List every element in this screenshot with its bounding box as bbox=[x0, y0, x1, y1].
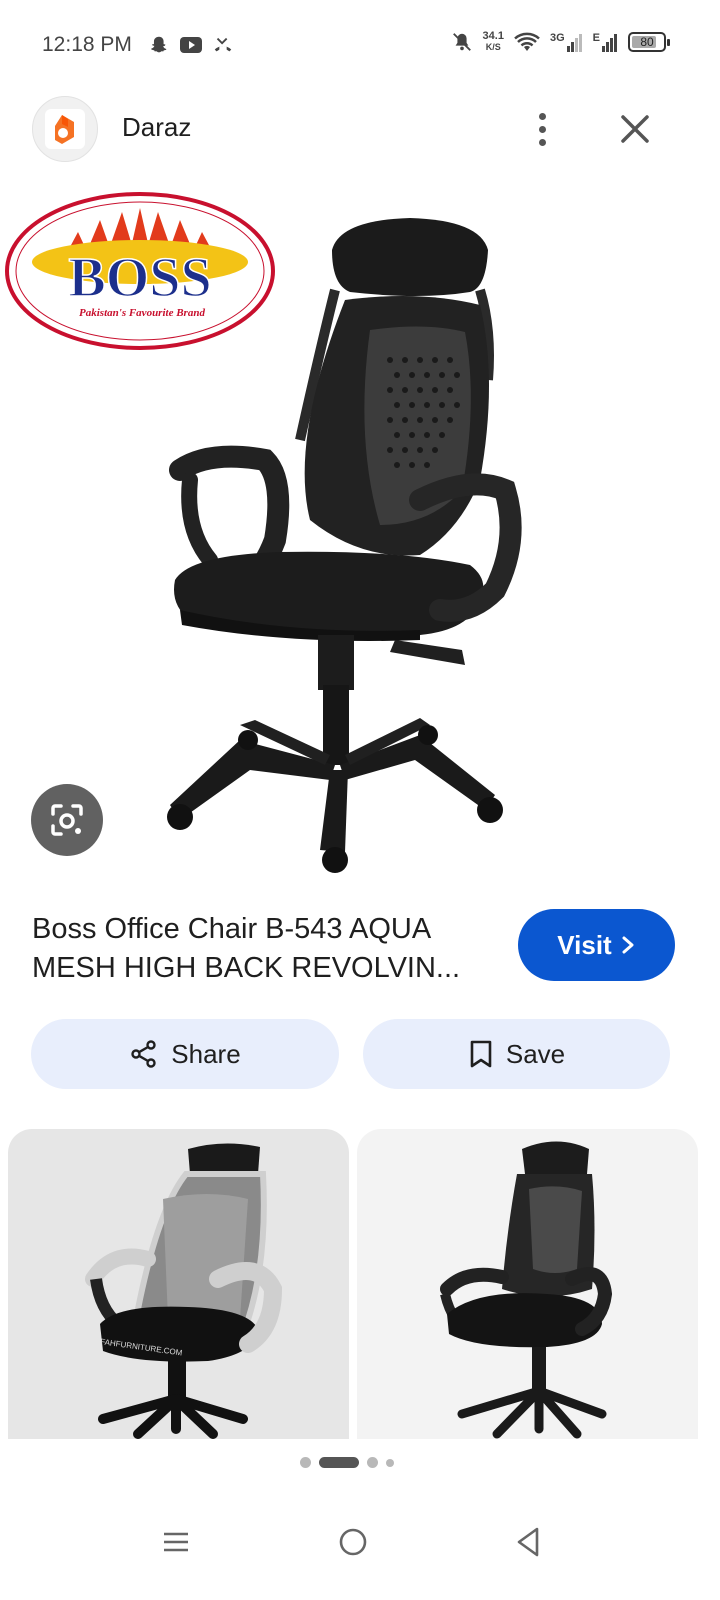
home-circle-icon bbox=[339, 1528, 367, 1556]
bell-off-icon bbox=[452, 33, 471, 51]
related-chair-1: FAHFURNITURE.COM bbox=[85, 1143, 283, 1439]
signal-3g: 3G bbox=[550, 32, 583, 52]
battery-level: 80 bbox=[640, 35, 654, 49]
network-speed: 34.1 K/S bbox=[483, 31, 504, 53]
more-vert-icon[interactable] bbox=[524, 106, 560, 152]
signal-3g-label: 3G bbox=[549, 32, 565, 44]
pager-dot-active bbox=[319, 1457, 359, 1468]
pager-dot bbox=[300, 1457, 311, 1468]
daraz-logo-shape bbox=[55, 115, 74, 144]
snapchat-icon bbox=[151, 36, 167, 53]
related-images: FAHFURNITURE.COM bbox=[8, 1129, 698, 1439]
battery-icon: 80 bbox=[628, 32, 670, 52]
share-label: Share bbox=[171, 1038, 241, 1069]
home-button[interactable] bbox=[323, 1512, 383, 1572]
status-time: 12:18 PM bbox=[42, 33, 132, 56]
share-icon bbox=[131, 1040, 156, 1068]
missed-call-icon bbox=[214, 37, 232, 52]
status-notification-icons bbox=[148, 34, 234, 56]
battery-cap bbox=[667, 39, 670, 46]
related-image-card[interactable]: FAHFURNITURE.COM bbox=[8, 1129, 349, 1439]
network-speed-value: 34.1 bbox=[482, 30, 504, 42]
visit-button[interactable]: Visit bbox=[518, 909, 675, 981]
status-bar: 12:18 PM 34.1 K/S 3G E 80 bbox=[0, 0, 720, 92]
daraz-logo-inner bbox=[45, 109, 85, 149]
boss-brand-logo: BOSS Pakistan's Favourite Brand bbox=[5, 192, 275, 350]
source-name[interactable]: Daraz bbox=[122, 112, 191, 143]
status-system-icons: 34.1 K/S 3G E 80 bbox=[451, 30, 670, 54]
source-header: Daraz bbox=[0, 92, 720, 172]
related-image-card[interactable] bbox=[357, 1129, 698, 1439]
network-speed-unit: K/S bbox=[485, 42, 501, 52]
menu-icon bbox=[164, 1532, 188, 1552]
back-button[interactable] bbox=[498, 1512, 558, 1572]
save-button[interactable]: Save bbox=[363, 1019, 670, 1089]
product-image-art: BOSS Pakistan's Favourite Brand bbox=[5, 192, 522, 873]
save-label: Save bbox=[505, 1038, 566, 1069]
related-chair-2 bbox=[440, 1141, 613, 1439]
boss-logo-tagline: Pakistan's Favourite Brand bbox=[79, 307, 205, 319]
product-title[interactable]: Boss Office Chair B-543 AQUA MESH HIGH B… bbox=[32, 910, 492, 988]
close-icon[interactable] bbox=[612, 106, 658, 152]
recents-button[interactable] bbox=[146, 1512, 206, 1572]
signal-e-label: E bbox=[592, 32, 600, 44]
visit-label: Visit bbox=[557, 929, 612, 960]
bookmark-icon bbox=[470, 1040, 492, 1068]
signal-e: E bbox=[593, 32, 618, 52]
wifi-icon bbox=[514, 32, 540, 51]
system-nav-bar bbox=[0, 1490, 720, 1600]
chevron-right-icon bbox=[622, 936, 634, 954]
signal-icon bbox=[602, 34, 617, 52]
google-lens-icon[interactable] bbox=[31, 784, 103, 856]
carousel-indicator bbox=[300, 1457, 394, 1468]
pager-dot bbox=[367, 1457, 378, 1468]
youtube-icon bbox=[180, 37, 202, 53]
pager-dot bbox=[386, 1458, 394, 1467]
share-button[interactable]: Share bbox=[31, 1019, 339, 1089]
back-triangle-icon bbox=[517, 1527, 539, 1557]
daraz-logo-icon[interactable] bbox=[32, 96, 98, 162]
boss-logo-text: BOSS bbox=[68, 247, 211, 309]
signal-icon bbox=[566, 34, 582, 52]
product-image[interactable]: BOSS Pakistan's Favourite Brand bbox=[0, 180, 720, 892]
